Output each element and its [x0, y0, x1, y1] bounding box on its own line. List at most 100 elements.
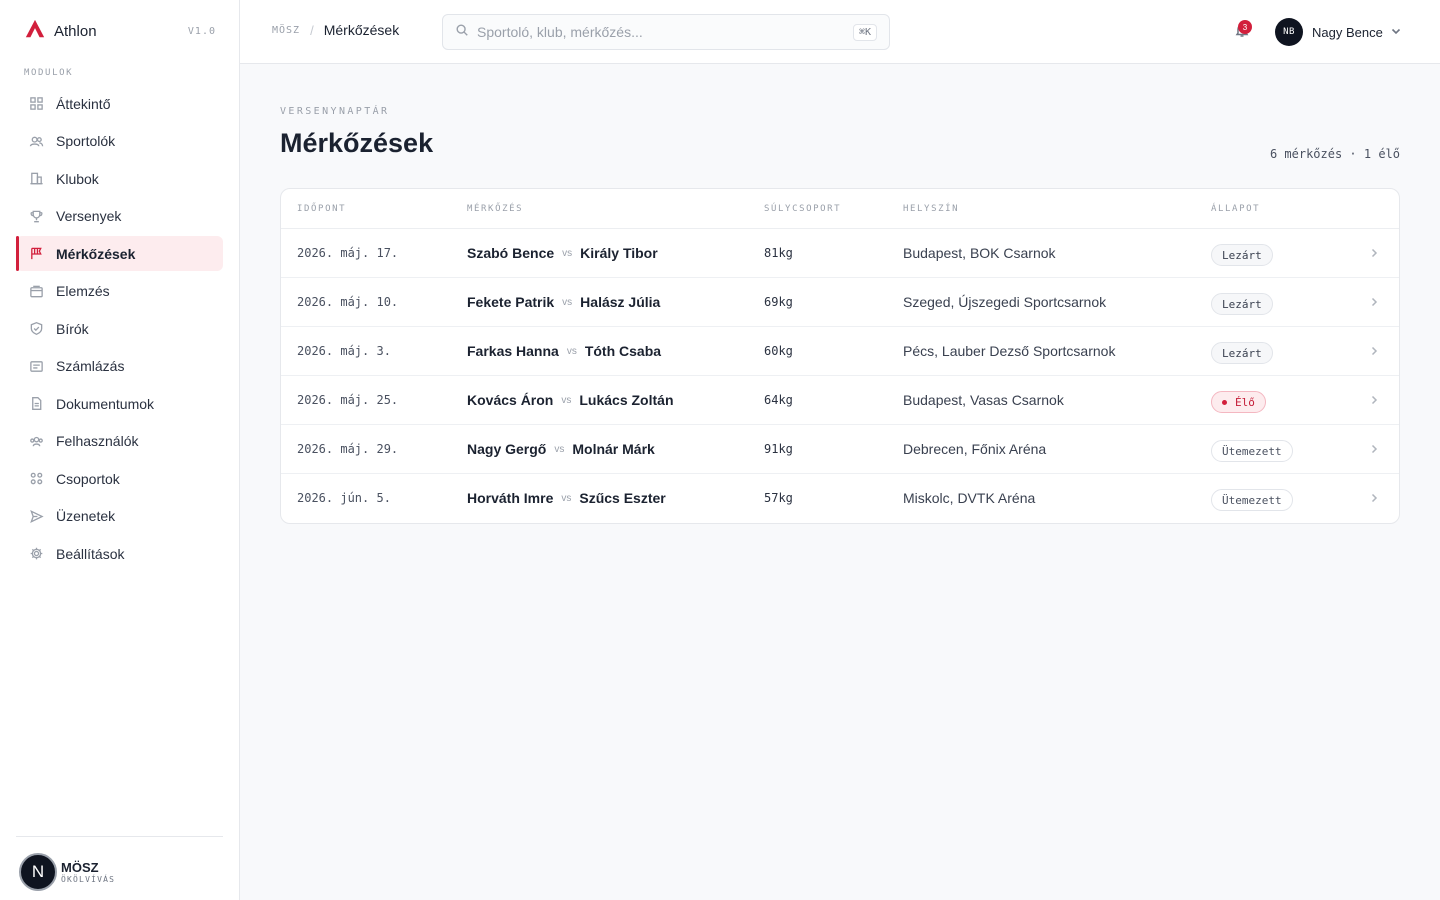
weight-class: 81kg	[764, 246, 793, 260]
sidebar-item-beallitasok[interactable]: Beállítások	[16, 536, 223, 571]
trophy-icon	[28, 208, 44, 224]
column-header-time[interactable]: IDŐPONT	[297, 204, 346, 214]
status-badge: Lezárt	[1211, 231, 1273, 279]
search-box[interactable]: ⌘K	[442, 14, 890, 50]
notification-count-badge: 3	[1238, 20, 1252, 34]
chevron-right-icon[interactable]	[1369, 327, 1379, 375]
match-pairing: Horváth Imre vs Szűcs Eszter	[467, 474, 666, 522]
chart-icon	[28, 283, 44, 299]
weight-class: 91kg	[764, 442, 793, 456]
sidebar-item-versenyek[interactable]: Versenyek	[16, 199, 223, 234]
sidebar-item-klubok[interactable]: Klubok	[16, 161, 223, 196]
breadcrumb-root[interactable]: MÖSZ	[272, 25, 300, 36]
venue: Miskolc, DVTK Aréna	[903, 490, 1036, 506]
status-badge: Ütemezett	[1211, 427, 1293, 475]
grid-icon	[28, 96, 44, 112]
breadcrumb-separator: /	[310, 22, 314, 38]
weight-class: 69kg	[764, 295, 793, 309]
invoice-icon	[28, 358, 44, 374]
column-header-match[interactable]: MÉRKŐZÉS	[467, 204, 523, 214]
breadcrumb-current: Mérkőzések	[323, 22, 400, 38]
vs-label: vs	[562, 247, 573, 259]
home-fighter[interactable]: Szabó Bence	[467, 245, 554, 261]
user-name: Nagy Bence	[1312, 24, 1383, 40]
search-input[interactable]	[477, 24, 837, 40]
sidebar-item-birok[interactable]: Bírók	[16, 311, 223, 346]
status-label: Lezárt	[1211, 342, 1273, 364]
table-row[interactable]: 2026. máj. 25. Kovács Áron vs Lukács Zol…	[281, 376, 1399, 425]
groups-icon	[28, 471, 44, 487]
match-date: 2026. máj. 10.	[297, 295, 399, 309]
sidebar-item-dokumentumok[interactable]: Dokumentumok	[16, 386, 223, 421]
home-fighter[interactable]: Nagy Gergő	[467, 441, 546, 457]
sidebar-item-label: Bírók	[56, 320, 89, 337]
sidebar-item-label: Mérkőzések	[56, 245, 136, 262]
match-date: 2026. máj. 29.	[297, 442, 399, 456]
status-badge: Lezárt	[1211, 329, 1273, 377]
status-badge: Ütemezett	[1211, 476, 1293, 523]
brand-version: V1.0	[187, 25, 216, 37]
sidebar-item-attekinto[interactable]: Áttekintő	[16, 86, 223, 121]
sidebar-item-merkozesek[interactable]: Mérkőzések	[16, 236, 223, 271]
sidebar-item-label: Felhasználók	[56, 433, 139, 449]
sidebar-item-felhasznalok[interactable]: Felhasználók	[16, 424, 223, 459]
brand-name: Athlon	[54, 22, 97, 40]
vs-label: vs	[561, 394, 572, 406]
sidebar-item-szamlazas[interactable]: Számlázás	[16, 349, 223, 384]
table-row[interactable]: 2026. jún. 5. Horváth Imre vs Szűcs Eszt…	[281, 474, 1399, 523]
away-fighter[interactable]: Lukács Zoltán	[579, 392, 673, 408]
sidebar-item-label: Klubok	[56, 170, 99, 187]
sidebar-item-label: Áttekintő	[56, 95, 111, 112]
home-fighter[interactable]: Horváth Imre	[467, 490, 553, 506]
brand[interactable]: Athlon V1.0	[24, 18, 216, 44]
sidebar-item-uzenetek[interactable]: Üzenetek	[16, 499, 223, 534]
organization-switcher[interactable]: N MÖSZ ÖKÖLVÍVÁS	[16, 836, 223, 900]
home-fighter[interactable]: Kovács Áron	[467, 392, 553, 408]
sidebar-item-elemzes[interactable]: Elemzés	[16, 274, 223, 309]
sidebar-item-label: Csoportok	[56, 470, 120, 487]
venue: Debrecen, Főnix Aréna	[903, 441, 1047, 457]
away-fighter[interactable]: Halász Júlia	[580, 294, 660, 310]
table-row[interactable]: 2026. máj. 17. Szabó Bence vs Király Tib…	[281, 229, 1399, 278]
vs-label: vs	[561, 492, 572, 504]
send-icon	[28, 508, 44, 524]
chevron-right-icon[interactable]	[1369, 474, 1379, 522]
away-fighter[interactable]: Tóth Csaba	[585, 343, 661, 359]
column-header-weight[interactable]: SÚLYCSOPORT	[764, 204, 841, 214]
home-fighter[interactable]: Fekete Patrik	[467, 294, 554, 310]
table-row[interactable]: 2026. máj. 3. Farkas Hanna vs Tóth Csaba…	[281, 327, 1399, 376]
chevron-right-icon[interactable]	[1369, 425, 1379, 473]
table-row[interactable]: 2026. máj. 10. Fekete Patrik vs Halász J…	[281, 278, 1399, 327]
column-header-venue[interactable]: HELYSZÍN	[903, 204, 959, 214]
building-icon	[28, 171, 44, 187]
away-fighter[interactable]: Király Tibor	[580, 245, 658, 261]
away-fighter[interactable]: Szűcs Eszter	[579, 490, 665, 506]
page-title: Mérkőzések	[280, 128, 434, 158]
shield-icon	[28, 321, 44, 337]
notifications-button[interactable]: 3	[1234, 20, 1254, 42]
match-date: 2026. máj. 17.	[297, 246, 399, 260]
match-pairing: Farkas Hanna vs Tóth Csaba	[467, 327, 661, 375]
chevron-right-icon[interactable]	[1369, 376, 1379, 424]
user-menu[interactable]: NB Nagy Bence	[1275, 18, 1401, 46]
status-label: Lezárt	[1211, 244, 1273, 266]
match-pairing: Fekete Patrik vs Halász Júlia	[467, 278, 660, 326]
matches-summary: 6 mérkőzés · 1 élő	[1269, 147, 1400, 161]
sidebar-item-label: Versenyek	[56, 208, 122, 224]
chevron-right-icon[interactable]	[1369, 229, 1379, 277]
user-group-icon	[28, 433, 44, 449]
chevron-right-icon[interactable]	[1369, 278, 1379, 326]
venue: Budapest, BOK Csarnok	[903, 245, 1056, 261]
sidebar-section-label: MODULOK	[24, 68, 74, 78]
sidebar-item-csoportok[interactable]: Csoportok	[16, 461, 223, 496]
column-header-status[interactable]: ÁLLAPOT	[1211, 204, 1260, 214]
sidebar-item-sportolok[interactable]: Sportolók	[16, 124, 223, 159]
home-fighter[interactable]: Farkas Hanna	[467, 343, 559, 359]
table-row[interactable]: 2026. máj. 29. Nagy Gergő vs Molnár Márk…	[281, 425, 1399, 474]
match-pairing: Kovács Áron vs Lukács Zoltán	[467, 376, 674, 424]
org-name: MÖSZ	[61, 860, 99, 875]
venue: Szeged, Újszegedi Sportcsarnok	[903, 294, 1107, 310]
search-icon	[455, 23, 469, 42]
away-fighter[interactable]: Molnár Márk	[572, 441, 654, 457]
search-shortcut: ⌘K	[852, 23, 877, 41]
